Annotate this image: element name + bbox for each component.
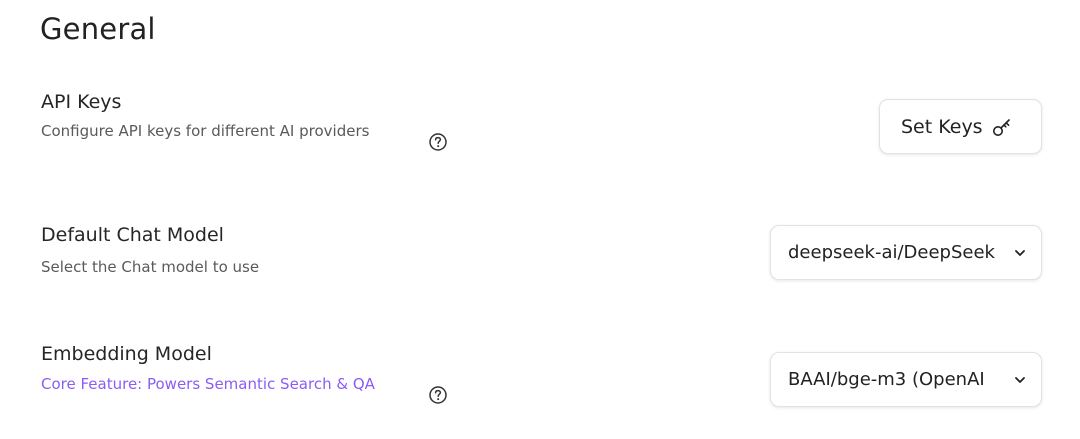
question-circle-icon[interactable] bbox=[428, 385, 448, 405]
chevron-down-icon bbox=[1015, 249, 1025, 256]
chat-model-description: Select the Chat model to use bbox=[41, 258, 260, 276]
embedding-model-title: Embedding Model bbox=[41, 343, 212, 365]
set-keys-button[interactable]: Set Keys bbox=[879, 99, 1042, 154]
key-icon bbox=[992, 118, 1010, 136]
api-keys-description: Configure API keys for different AI prov… bbox=[41, 122, 370, 140]
chevron-down-icon bbox=[1015, 376, 1025, 383]
chat-model-title: Default Chat Model bbox=[41, 224, 224, 246]
section-title: General bbox=[40, 12, 156, 46]
chat-model-selected-value: deepseek-ai/DeepSeek bbox=[788, 242, 995, 263]
question-circle-icon[interactable] bbox=[428, 132, 448, 152]
embedding-model-selected-value: BAAI/bge-m3 (OpenAI bbox=[788, 369, 985, 390]
embedding-model-description: Core Feature: Powers Semantic Search & Q… bbox=[41, 375, 375, 393]
api-keys-title: API Keys bbox=[41, 91, 122, 113]
chat-model-select[interactable]: deepseek-ai/DeepSeek bbox=[770, 225, 1042, 280]
set-keys-label: Set Keys bbox=[901, 115, 983, 138]
embedding-model-select[interactable]: BAAI/bge-m3 (OpenAI bbox=[770, 352, 1042, 407]
